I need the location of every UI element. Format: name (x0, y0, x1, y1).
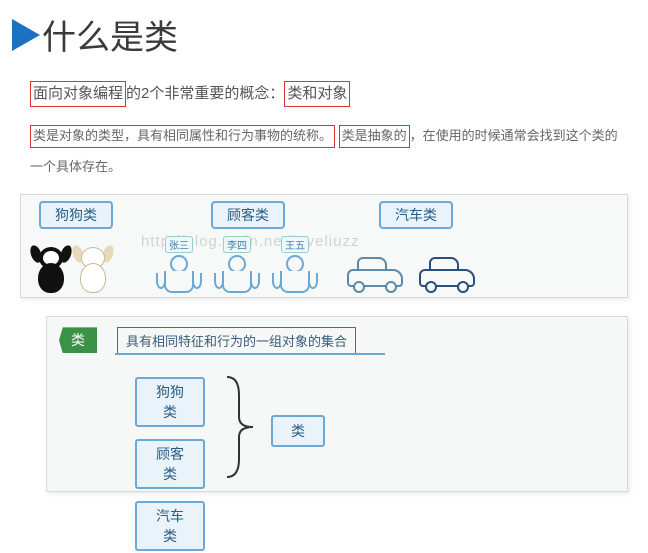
label-car-class: 汽车类 (379, 201, 453, 229)
dog-white-icon (75, 247, 111, 293)
label-dog-class: 狗狗类 (39, 201, 113, 229)
cars-group (347, 259, 475, 293)
person-icon: 王五 (273, 236, 317, 293)
class-group-label: 类 (271, 415, 325, 447)
label-customer-class: 顾客类 (211, 201, 285, 229)
highlight-def1: 类是对象的类型，具有相同属性和行为事物的统称。 (30, 125, 335, 148)
dog-black-icon (33, 247, 69, 293)
person-icon: 张三 (157, 236, 201, 293)
page-title: 什么是类 (42, 10, 178, 59)
person-name: 李四 (223, 236, 251, 253)
category-labels-row: 狗狗类 顾客类 汽车类 (21, 201, 627, 229)
car-icon (419, 259, 475, 293)
class-list-column: 狗狗类 顾客类 汽车类 (135, 377, 205, 551)
triangle-bullet-icon (12, 19, 40, 51)
figures-row: 张三 李四 王五 (21, 236, 627, 293)
intro-middle: 的2个非常重要的概念： (126, 85, 284, 102)
page-header: 什么是类 (0, 10, 648, 59)
persons-group: 张三 李四 王五 (157, 236, 317, 293)
definition-underline (115, 353, 385, 355)
intro-line: 面向对象编程的2个非常重要的概念：类和对象 (0, 77, 648, 110)
highlight-class-object: 类和对象 (284, 81, 350, 107)
curly-brace-icon (223, 375, 259, 479)
highlight-oop: 面向对象编程 (30, 81, 126, 107)
illustration-class-definition: 类 具有相同特征和行为的一组对象的集合 狗狗类 顾客类 汽车类 类 (46, 316, 628, 492)
person-name: 王五 (281, 236, 309, 253)
class-definition-box: 具有相同特征和行为的一组对象的集合 (117, 327, 356, 354)
person-name: 张三 (165, 236, 193, 253)
list-item: 汽车类 (135, 501, 205, 551)
highlight-def2: 类是抽象的 (339, 125, 410, 148)
list-item: 狗狗类 (135, 377, 205, 427)
class-tag: 类 (59, 327, 97, 353)
description-line: 类是对象的类型，具有相同属性和行为事物的统称。 类是抽象的，在使用的时候通常会找… (0, 120, 648, 182)
illustration-examples: 狗狗类 顾客类 汽车类 http://plog.csdn.net/loveliu… (20, 194, 628, 298)
car-icon (347, 259, 403, 293)
person-icon: 李四 (215, 236, 259, 293)
list-item: 顾客类 (135, 439, 205, 489)
